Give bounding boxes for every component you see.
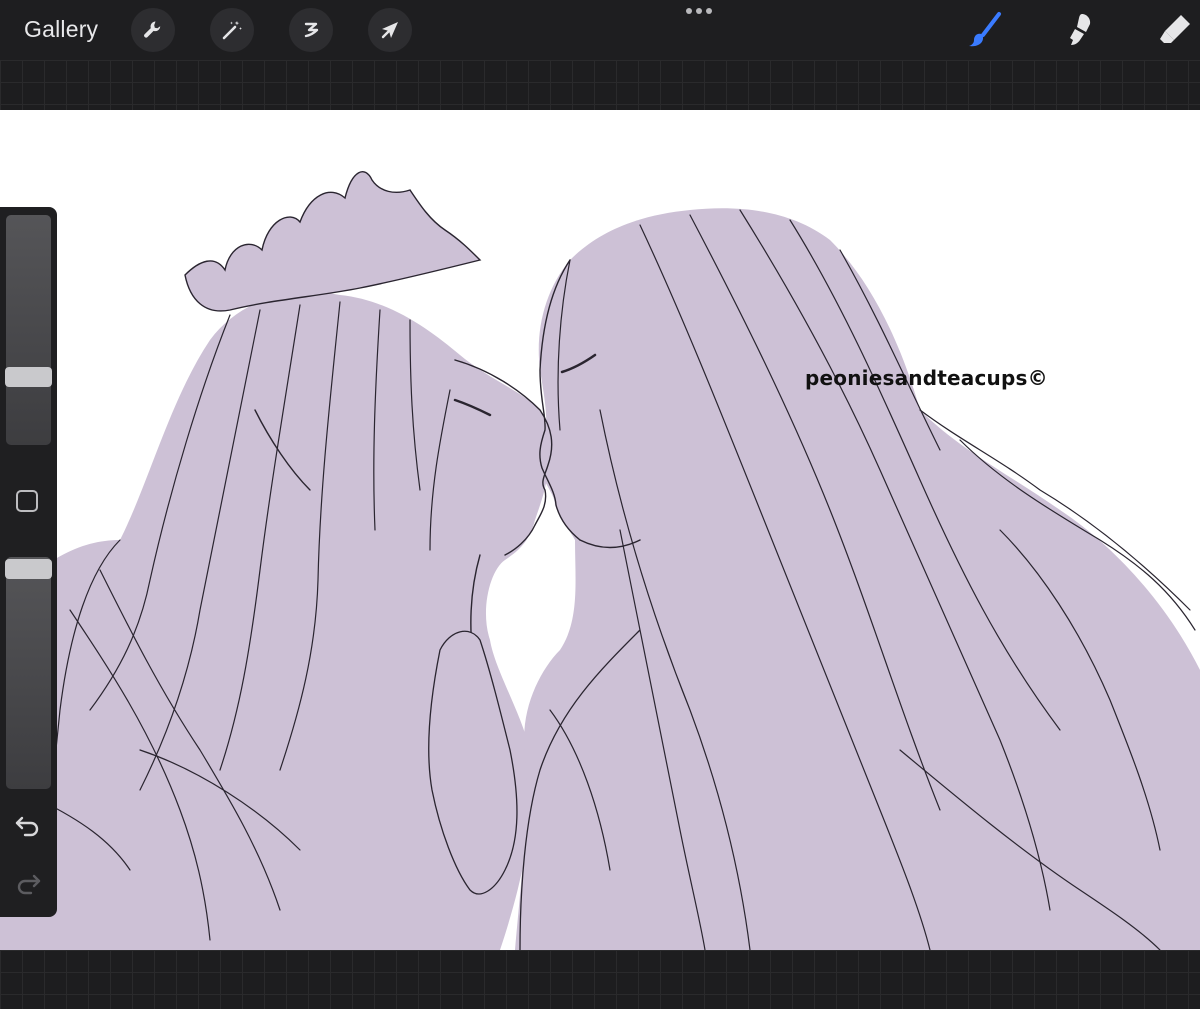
transform-button[interactable] [368,8,412,52]
brush-size-thumb[interactable] [5,367,52,387]
brush-size-slider[interactable] [5,215,52,445]
magic-wand-icon [222,21,242,40]
drawing-canvas[interactable]: peoniesandteacups© [0,110,1200,950]
smudge-tool-button[interactable] [1060,10,1100,50]
artwork [0,171,1200,950]
paint-tool-button[interactable] [965,10,1005,50]
adjustments-button[interactable] [210,8,254,52]
top-toolbar: Gallery [0,0,1200,60]
brush-icon [969,12,1001,47]
undo-icon[interactable] [14,813,42,837]
gallery-button[interactable]: Gallery [24,16,98,43]
opacity-thumb[interactable] [5,559,52,579]
opacity-slider[interactable] [5,557,52,789]
selection-button[interactable] [289,8,333,52]
watermark-text: peoniesandteacups© [805,366,1048,390]
modify-button[interactable] [16,490,38,512]
erase-tool-button[interactable] [1155,10,1195,50]
canvas-background-bottom [0,950,1200,1009]
selection-icon [304,22,319,38]
more-options-icon[interactable] [686,8,716,20]
arrow-cursor-icon [381,22,398,39]
smudge-icon [1070,14,1091,45]
right-figure-fill [515,208,1200,950]
crown [184,171,482,312]
canvas-background-top [0,60,1200,110]
actions-button[interactable] [131,8,175,52]
eraser-icon [1160,15,1190,43]
redo-icon[interactable] [14,871,42,895]
left-sidebar [0,207,57,917]
wrench-icon [144,21,161,38]
